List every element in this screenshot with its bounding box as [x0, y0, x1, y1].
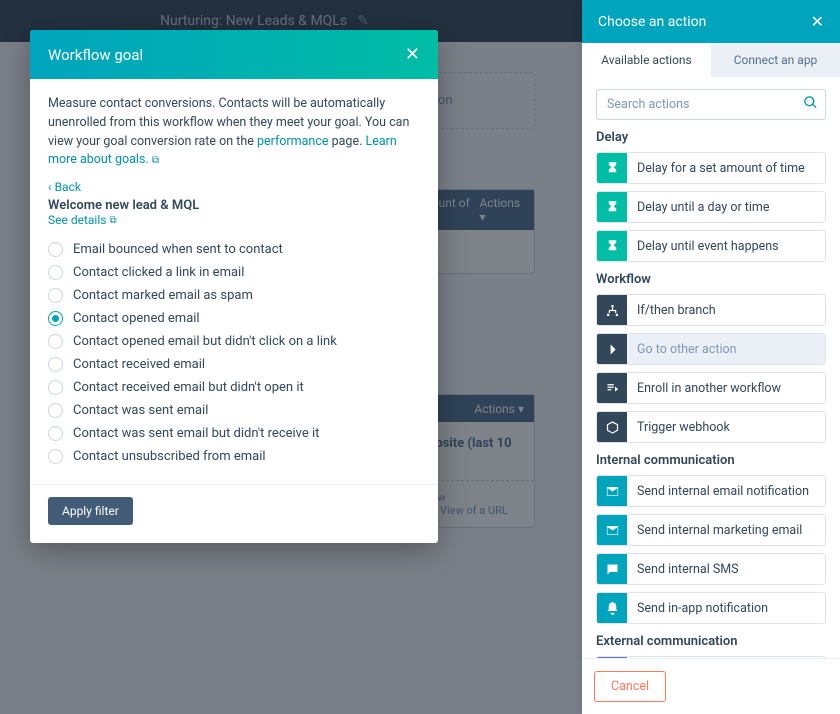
action-item[interactable]: Send in-app notification	[596, 592, 826, 624]
radio-option[interactable]: Contact unsubscribed from email	[48, 445, 420, 468]
radio-option[interactable]: Contact received email	[48, 353, 420, 376]
radio-icon	[48, 265, 63, 280]
action-item[interactable]: Go to other action	[596, 333, 826, 365]
hourglass-icon	[597, 231, 627, 261]
sidebar-header: Choose an action ✕	[582, 0, 840, 43]
apply-filter-button[interactable]: Apply filter	[48, 497, 133, 525]
action-label: If/then branch	[627, 303, 726, 318]
back-link[interactable]: ‹ Back	[48, 180, 420, 194]
action-item[interactable]: Delay until event happens	[596, 230, 826, 262]
hourglass-icon	[597, 153, 627, 183]
radio-label: Contact opened email but didn't click on…	[73, 334, 337, 349]
radio-icon	[48, 242, 63, 257]
radio-label: Contact was sent email	[73, 403, 208, 418]
radio-icon	[48, 334, 63, 349]
external-icon: ⧉	[152, 155, 159, 166]
radio-option[interactable]: Contact opened email	[48, 307, 420, 330]
radio-option[interactable]: Contact was sent email but didn't receiv…	[48, 422, 420, 445]
close-icon[interactable]: ✕	[405, 44, 420, 65]
goal-heading: Welcome new lead & MQL	[48, 198, 420, 213]
performance-link[interactable]: performance	[257, 134, 329, 149]
external-icon: ⧉	[109, 215, 116, 226]
cube-icon	[597, 412, 627, 442]
branch-icon	[597, 295, 627, 325]
modal-header: Workflow goal ✕	[30, 30, 438, 79]
action-label: Delay until a day or time	[627, 200, 780, 215]
category-heading: External communication	[596, 634, 826, 649]
action-label: Send in-app notification	[627, 601, 778, 616]
radio-label: Contact received email but didn't open i…	[73, 380, 304, 395]
action-item[interactable]: Send internal email notification	[596, 475, 826, 507]
radio-label: Contact clicked a link in email	[73, 265, 244, 280]
modal-title: Workflow goal	[48, 46, 143, 64]
chat-icon	[597, 554, 627, 584]
radio-label: Contact unsubscribed from email	[73, 449, 266, 464]
bell-icon	[597, 593, 627, 623]
radio-option[interactable]: Contact marked email as spam	[48, 284, 420, 307]
tab-available-actions[interactable]: Available actions	[582, 43, 711, 77]
category-heading: Internal communication	[596, 453, 826, 468]
sidebar-tabs: Available actions Connect an app	[582, 43, 840, 77]
action-label: Delay for a set amount of time	[627, 161, 815, 176]
action-item[interactable]: Send internal marketing email	[596, 514, 826, 546]
radio-icon	[48, 357, 63, 372]
cancel-button[interactable]: Cancel	[594, 671, 666, 702]
radio-label: Email bounced when sent to contact	[73, 242, 283, 257]
action-item[interactable]: Delay until a day or time	[596, 191, 826, 223]
radio-icon	[48, 426, 63, 441]
radio-option[interactable]: Contact opened email but didn't click on…	[48, 330, 420, 353]
action-sidebar: Choose an action ✕ Available actions Con…	[582, 0, 840, 714]
action-item[interactable]: If/then branch	[596, 294, 826, 326]
close-icon[interactable]: ✕	[811, 12, 824, 31]
radio-icon	[48, 311, 63, 326]
radio-label: Contact received email	[73, 357, 205, 372]
enroll-icon	[597, 373, 627, 403]
radio-icon	[48, 288, 63, 303]
action-label: Send internal marketing email	[627, 523, 812, 538]
radio-option[interactable]: Contact received email but didn't open i…	[48, 376, 420, 399]
action-label: Trigger webhook	[627, 420, 740, 435]
category-heading: Workflow	[596, 272, 826, 287]
action-item[interactable]: Enroll in another workflow	[596, 372, 826, 404]
action-item[interactable]: Trigger webhook	[596, 411, 826, 443]
radio-option[interactable]: Email bounced when sent to contact	[48, 238, 420, 261]
radio-label: Contact marked email as spam	[73, 288, 253, 303]
tab-connect-app[interactable]: Connect an app	[711, 43, 840, 77]
action-label: Enroll in another workflow	[627, 381, 791, 396]
modal-description: Measure contact conversions. Contacts wi…	[48, 95, 420, 170]
radio-icon	[48, 380, 63, 395]
radio-icon	[48, 403, 63, 418]
goto-icon	[597, 334, 627, 364]
action-label: Send internal SMS	[627, 562, 749, 577]
radio-label: Contact was sent email but didn't receiv…	[73, 426, 319, 441]
action-label: Go to other action	[627, 342, 747, 357]
search-actions	[596, 89, 826, 120]
category-heading: Delay	[596, 130, 826, 145]
radio-label: Contact opened email	[73, 311, 200, 326]
search-icon[interactable]	[803, 95, 818, 114]
mail-icon	[597, 476, 627, 506]
action-label: Delay until event happens	[627, 239, 789, 254]
mail-icon	[597, 515, 627, 545]
radio-option[interactable]: Contact was sent email	[48, 399, 420, 422]
action-label: Send internal email notification	[627, 484, 819, 499]
search-input[interactable]	[596, 89, 826, 120]
action-item[interactable]: Delay for a set amount of time	[596, 152, 826, 184]
action-item[interactable]: Send internal SMS	[596, 553, 826, 585]
radio-option[interactable]: Contact clicked a link in email	[48, 261, 420, 284]
sidebar-title: Choose an action	[598, 14, 706, 30]
workflow-goal-modal: Workflow goal ✕ Measure contact conversi…	[30, 30, 438, 543]
see-details-link[interactable]: See details ⧉	[48, 213, 117, 227]
radio-icon	[48, 449, 63, 464]
hourglass-icon	[597, 192, 627, 222]
